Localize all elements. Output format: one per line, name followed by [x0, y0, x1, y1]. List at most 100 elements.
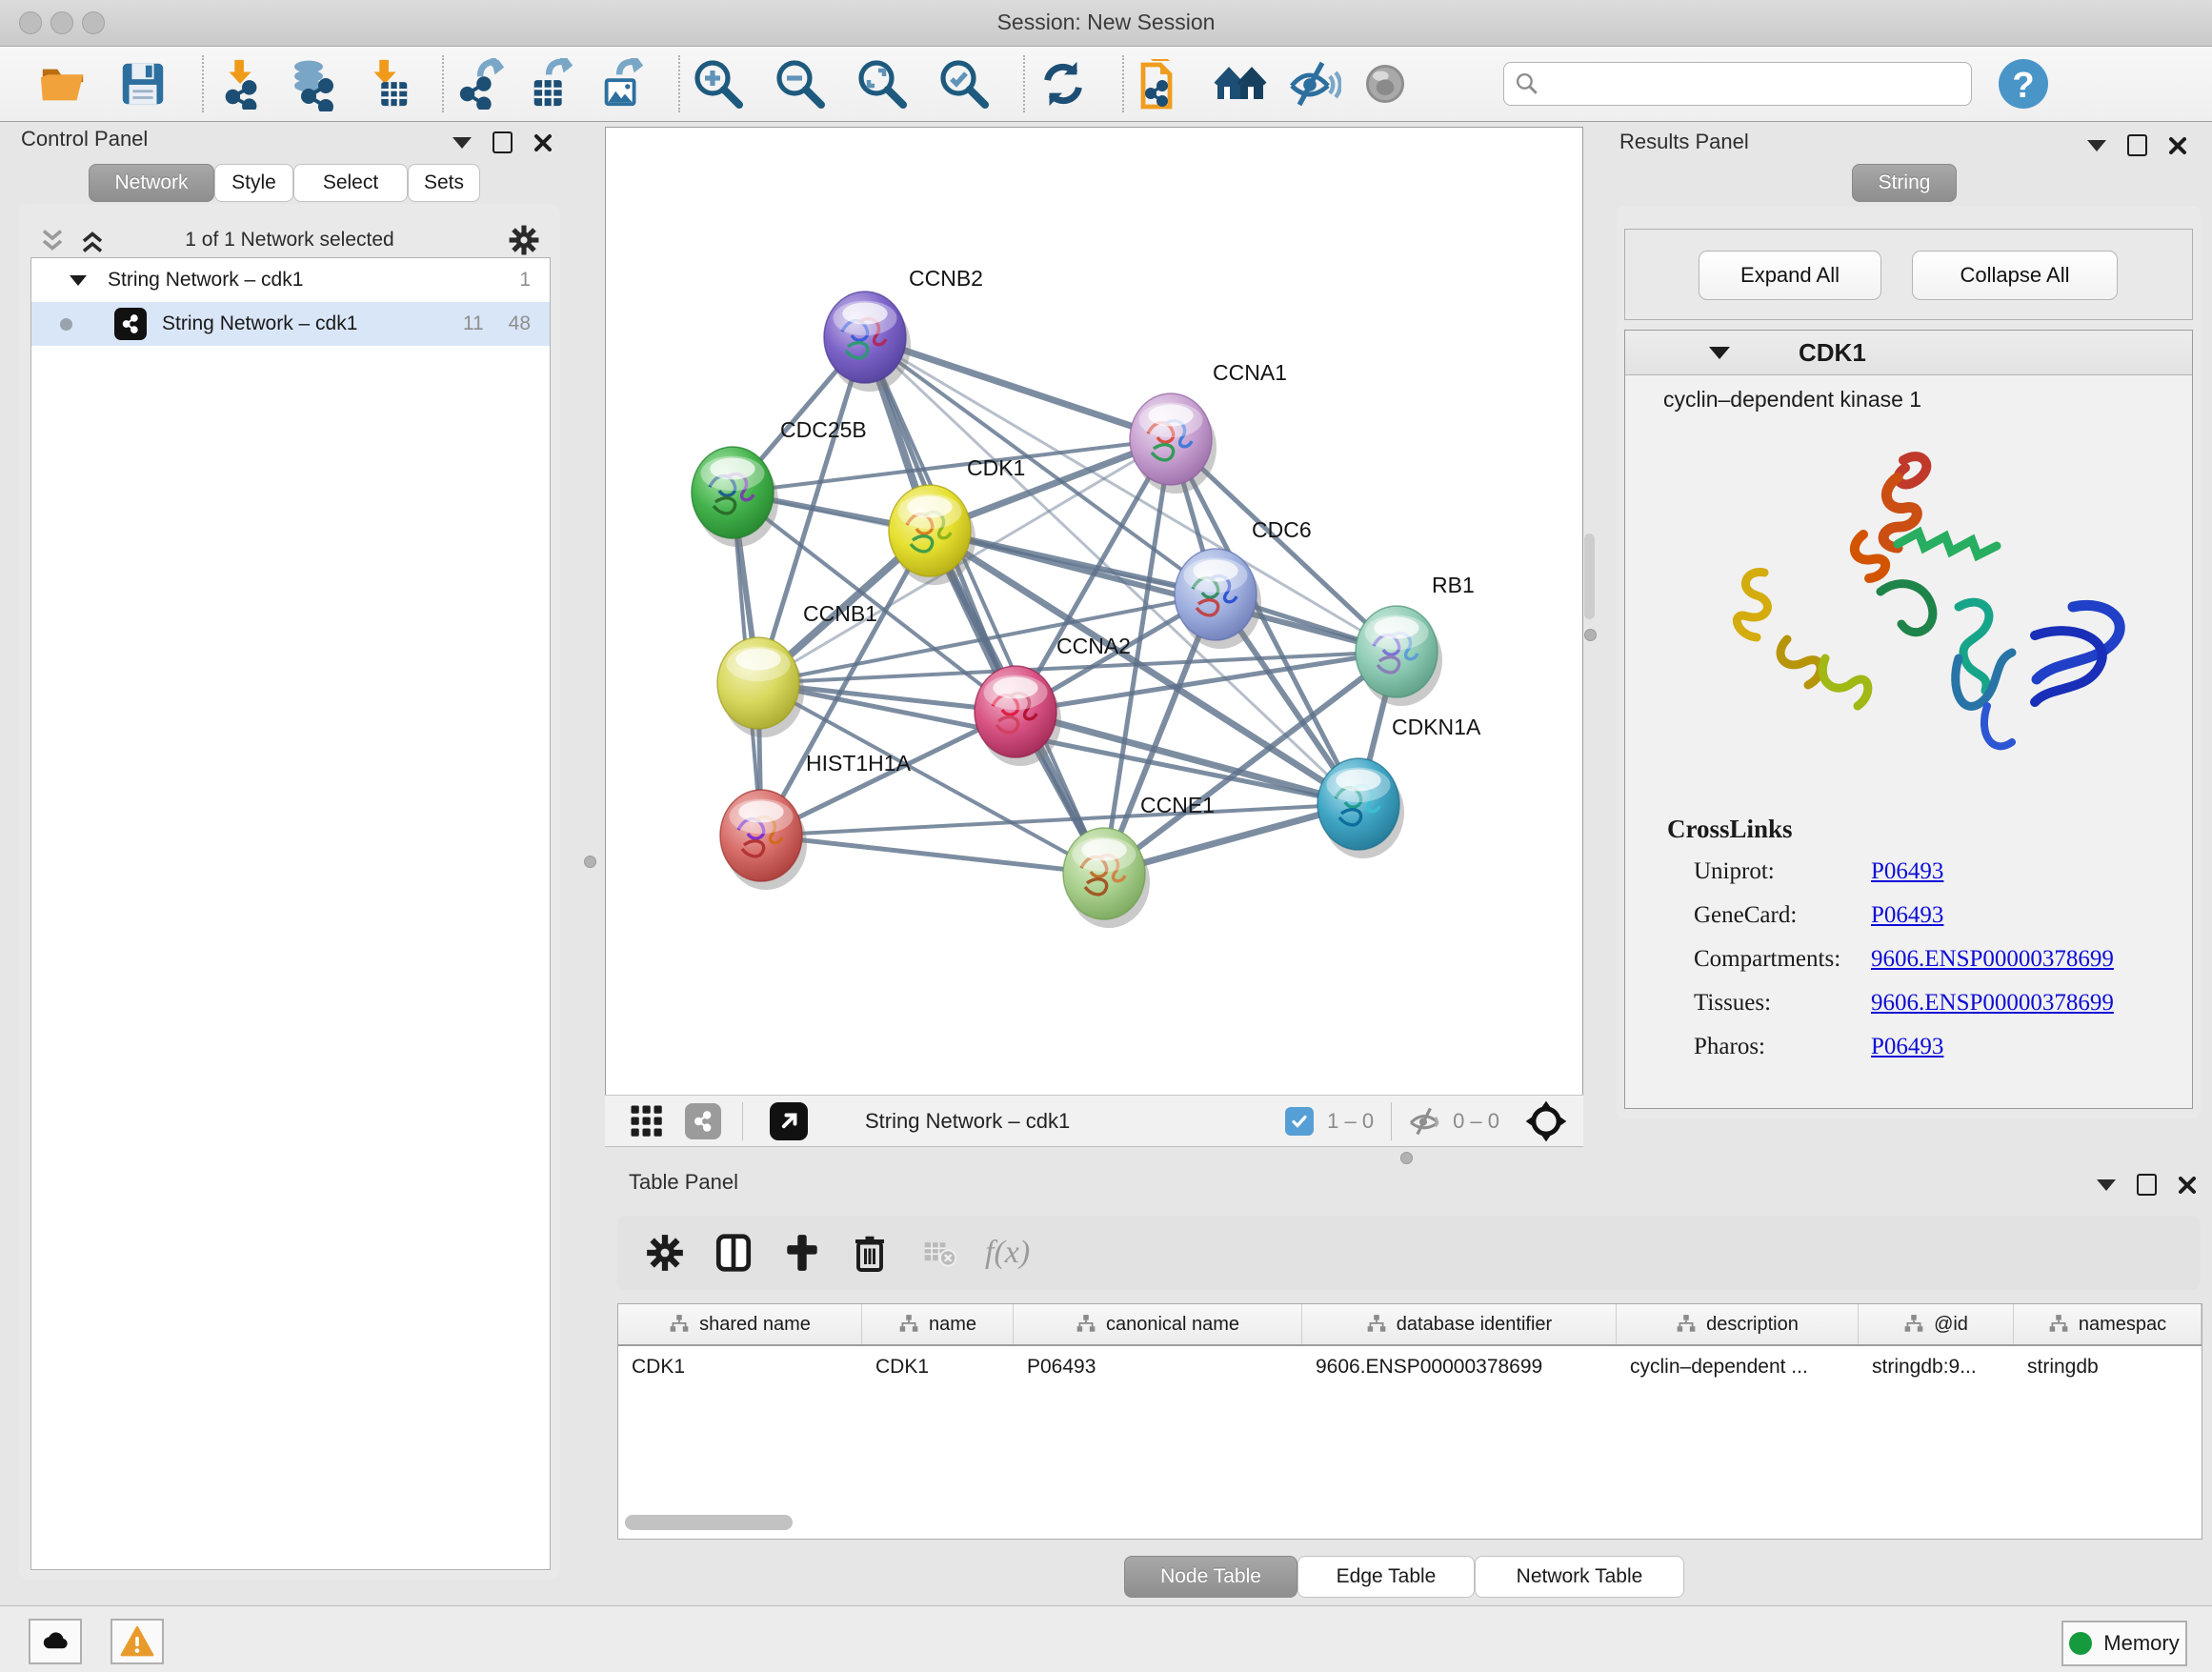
- section-collapse-icon[interactable]: [1709, 347, 1730, 359]
- hide-panel-eye-icon[interactable]: [1288, 57, 1341, 111]
- float-panel-icon[interactable]: [2137, 1174, 2157, 1196]
- export-network-icon[interactable]: [455, 57, 509, 111]
- table-settings-gear-icon[interactable]: [644, 1232, 686, 1274]
- tab-string-results[interactable]: String: [1852, 164, 1957, 202]
- table-cell[interactable]: stringdb:9...: [1859, 1346, 2014, 1388]
- crosslink-link[interactable]: P06493: [1871, 1034, 1943, 1060]
- tab-sets[interactable]: Sets: [408, 164, 480, 202]
- network-node[interactable]: [1130, 393, 1217, 494]
- table-cell[interactable]: cyclin–dependent ...: [1617, 1346, 1859, 1388]
- network-node[interactable]: [1317, 758, 1404, 858]
- hidden-eye-slash-icon[interactable]: [1407, 1103, 1443, 1139]
- zoom-in-icon[interactable]: [692, 57, 745, 111]
- column-header[interactable]: database identifier: [1302, 1304, 1617, 1344]
- float-panel-icon[interactable]: [493, 131, 513, 153]
- network-node[interactable]: [889, 485, 975, 585]
- network-edge[interactable]: [865, 337, 1104, 874]
- import-table-icon[interactable]: [360, 57, 413, 111]
- tab-edge-table[interactable]: Edge Table: [1297, 1556, 1475, 1598]
- table-cell[interactable]: 9606.ENSP00000378699: [1302, 1346, 1617, 1388]
- fit-selection-crosshair-icon[interactable]: [1524, 1099, 1568, 1143]
- network-canvas[interactable]: CCNB2CCNA1CDC25BCDK1CDC6RB1CCNB1CCNA2CDK…: [605, 127, 1583, 1096]
- open-in-window-icon[interactable]: [770, 1102, 808, 1140]
- network-node[interactable]: [824, 292, 911, 392]
- right-splitter-handle[interactable]: [1584, 629, 1597, 641]
- grid-view-icon[interactable]: [630, 1104, 664, 1138]
- float-panel-icon[interactable]: [2127, 134, 2147, 156]
- zoom-out-icon[interactable]: [774, 57, 827, 111]
- open-session-icon[interactable]: [36, 57, 90, 111]
- table-cell[interactable]: P06493: [1014, 1346, 1302, 1388]
- show-columns-icon[interactable]: [713, 1232, 754, 1274]
- bottom-splitter-handle[interactable]: [1400, 1152, 1413, 1164]
- table-cell[interactable]: stringdb: [2014, 1346, 2202, 1388]
- network-edge[interactable]: [761, 836, 1104, 874]
- network-node[interactable]: [1356, 606, 1442, 706]
- import-network-file-icon[interactable]: [215, 57, 269, 111]
- crosslink-label: GeneCard:: [1694, 902, 1871, 929]
- network-row-selected[interactable]: String Network – cdk1 11 48: [31, 302, 550, 346]
- expand-all-button[interactable]: Expand All: [1699, 251, 1881, 300]
- network-options-gear-icon[interactable]: [507, 223, 541, 257]
- share-document-icon[interactable]: [1136, 57, 1189, 111]
- zoom-selected-icon[interactable]: [937, 57, 991, 111]
- tab-select[interactable]: Select: [293, 164, 408, 202]
- network-node[interactable]: [692, 447, 778, 547]
- collapse-panel-icon[interactable]: [2087, 140, 2106, 151]
- save-session-icon[interactable]: [116, 57, 170, 111]
- show-eye-icon[interactable]: [1358, 57, 1412, 111]
- export-table-icon[interactable]: [526, 57, 579, 111]
- string-home-icon[interactable]: [1214, 57, 1267, 111]
- refresh-layout-icon[interactable]: [1036, 57, 1090, 111]
- delete-column-icon[interactable]: [850, 1233, 890, 1273]
- collapse-all-button[interactable]: Collapse All: [1912, 251, 2118, 300]
- table-row[interactable]: CDK1CDK1P064939606.ENSP00000378699cyclin…: [618, 1346, 2202, 1388]
- table-cell[interactable]: CDK1: [862, 1346, 1014, 1388]
- crosslink-link[interactable]: 9606.ENSP00000378699: [1871, 946, 2114, 973]
- tab-style[interactable]: Style: [214, 164, 293, 202]
- tab-network[interactable]: Network: [89, 164, 214, 202]
- search-input[interactable]: [1503, 62, 1972, 106]
- collapse-panel-icon[interactable]: [2097, 1179, 2116, 1191]
- selected-checkbox-icon[interactable]: [1285, 1107, 1314, 1136]
- network-node[interactable]: [1063, 828, 1150, 928]
- column-header[interactable]: namespac: [2014, 1304, 2202, 1344]
- network-edge[interactable]: [930, 531, 1397, 652]
- crosslink-link[interactable]: P06493: [1871, 858, 1943, 885]
- right-splitter-track[interactable]: [1584, 534, 1595, 619]
- table-hscrollbar[interactable]: [625, 1515, 793, 1530]
- warnings-button[interactable]: [111, 1619, 164, 1664]
- close-panel-icon[interactable]: [2178, 1176, 2197, 1195]
- protein-section-header[interactable]: CDK1: [1625, 331, 2192, 375]
- network-node[interactable]: [720, 790, 807, 890]
- help-icon[interactable]: ?: [1997, 57, 2050, 111]
- left-splitter-handle[interactable]: [584, 856, 596, 868]
- crosslink-row: Compartments:9606.ENSP00000378699: [1694, 937, 2192, 981]
- zoom-fit-icon[interactable]: [855, 57, 909, 111]
- add-column-icon[interactable]: [781, 1232, 823, 1274]
- table-cell[interactable]: CDK1: [618, 1346, 862, 1388]
- tree-expand-icon[interactable]: [70, 275, 87, 286]
- export-image-icon[interactable]: [596, 57, 650, 111]
- network-node[interactable]: [975, 666, 1061, 766]
- share-network-icon[interactable]: [685, 1103, 721, 1139]
- crosslink-link[interactable]: P06493: [1871, 902, 1943, 929]
- crosslink-link[interactable]: 9606.ENSP00000378699: [1871, 990, 2114, 1017]
- import-network-database-icon[interactable]: [286, 57, 339, 111]
- column-header[interactable]: shared name: [618, 1304, 862, 1344]
- table-toolbar: f(x): [617, 1216, 2201, 1290]
- close-panel-icon[interactable]: [533, 133, 553, 152]
- network-edge[interactable]: [865, 337, 1171, 439]
- close-panel-icon[interactable]: [2168, 136, 2187, 155]
- column-header[interactable]: description: [1617, 1304, 1859, 1344]
- network-collection-row[interactable]: String Network – cdk1 1: [31, 258, 550, 302]
- tab-node-table[interactable]: Node Table: [1124, 1556, 1297, 1598]
- tab-network-table[interactable]: Network Table: [1475, 1556, 1684, 1598]
- node-table[interactable]: shared namenamecanonical namedatabase id…: [617, 1303, 2202, 1540]
- column-header[interactable]: canonical name: [1014, 1304, 1302, 1344]
- cloud-button[interactable]: [29, 1619, 82, 1664]
- column-header[interactable]: @id: [1859, 1304, 2014, 1344]
- memory-button[interactable]: Memory: [2061, 1621, 2187, 1666]
- collapse-panel-icon[interactable]: [452, 137, 472, 149]
- column-header[interactable]: name: [862, 1304, 1014, 1344]
